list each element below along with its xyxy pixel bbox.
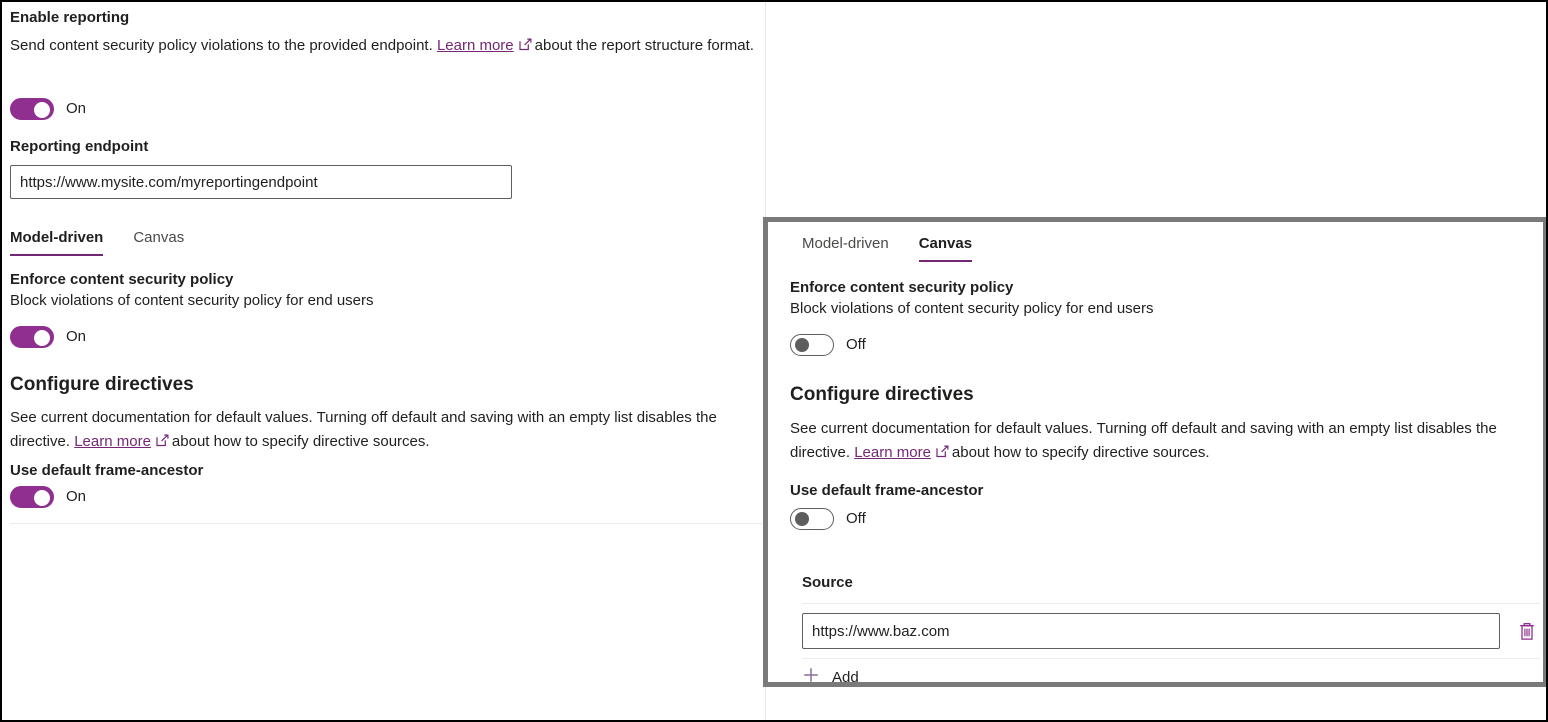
toggle-knob [34,330,50,346]
left-pane-tablist: Model-driven Canvas [10,228,184,258]
enable-reporting-description-before: Send content security policy violations … [10,37,433,54]
reporting-endpoint-field-group: Reporting endpoint [10,137,512,199]
reporting-endpoint-label: Reporting endpoint [10,137,512,157]
use-default-frame-ancestor-toggle-row: On [10,486,86,508]
enable-reporting-section: Enable reporting Send content security p… [10,8,760,59]
add-source-label: Add [832,669,859,686]
callout-enforce-policy-toggle-row: Off [790,334,1525,356]
enable-reporting-toggle[interactable] [10,98,54,120]
tab-model-driven[interactable]: Model-driven [10,228,103,258]
screenshot-root: Enable reporting Send content security p… [0,0,1548,722]
plus-icon [802,666,820,687]
left-pane-divider [10,523,762,524]
enforce-policy-toggle-state: On [66,327,86,347]
tab-canvas[interactable]: Canvas [133,228,184,258]
callout-enforce-policy-title: Enforce content security policy [790,278,1525,298]
enforce-policy-description: Block violations of content security pol… [10,290,760,312]
callout-tab-model-driven[interactable]: Model-driven [802,234,889,264]
toggle-knob [795,512,809,526]
enable-reporting-learn-more-link[interactable]: Learn more [437,37,514,54]
external-link-icon [519,35,532,59]
enable-reporting-title: Enable reporting [10,8,760,28]
toggle-knob [34,102,50,118]
source-list-column-header: Source [802,574,1540,603]
use-default-frame-ancestor-toggle-state: On [66,487,86,507]
callout-configure-directives-description-after: about how to specify directive sources. [952,444,1210,461]
add-source-button[interactable]: Add [802,659,1540,687]
enable-reporting-toggle-row: On [10,98,86,120]
callout-configure-directives-description: See current documentation for default va… [790,417,1535,466]
configure-directives-description: See current documentation for default va… [10,406,758,455]
callout-configure-directives-learn-more-link[interactable]: Learn more [854,444,931,461]
use-default-frame-ancestor-toggle[interactable] [10,486,54,508]
callout-use-default-frame-ancestor-toggle[interactable] [790,508,834,530]
callout-tab-canvas[interactable]: Canvas [919,234,972,264]
source-list: Source [802,574,1540,687]
toggle-knob [34,490,50,506]
settings-left-pane: Enable reporting Send content security p… [2,2,766,722]
external-link-icon [936,442,949,466]
callout-use-default-frame-ancestor-label: Use default frame-ancestor [790,481,1525,501]
callout-tablist: Model-driven Canvas [802,234,1525,264]
trash-icon[interactable] [1514,618,1540,644]
callout-content: Model-driven Canvas Enforce content secu… [768,222,1543,687]
use-default-frame-ancestor-label: Use default frame-ancestor [10,461,203,481]
reporting-endpoint-input[interactable] [10,165,512,199]
source-url-input[interactable] [802,613,1500,649]
callout-use-default-frame-ancestor-toggle-row: Off [790,508,1525,530]
enable-reporting-description: Send content security policy violations … [10,34,758,59]
callout-enforce-policy-toggle[interactable] [790,334,834,356]
callout-enforce-policy-description: Block violations of content security pol… [790,298,1525,320]
callout-enforce-policy-section: Enforce content security policy Block vi… [790,278,1525,320]
configure-directives-heading: Configure directives [10,372,194,398]
callout-configure-directives-heading: Configure directives [790,382,1525,408]
enforce-policy-section: Enforce content security policy Block vi… [10,270,760,312]
configure-directives-description-after: about how to specify directive sources. [172,433,430,450]
enable-reporting-description-after: about the report structure format. [535,37,754,54]
callout-enforce-policy-toggle-state: Off [846,335,866,355]
enable-reporting-toggle-state: On [66,99,86,119]
external-link-icon [156,431,169,455]
source-list-row [802,604,1540,658]
enforce-policy-toggle-row: On [10,326,86,348]
enforce-policy-title: Enforce content security policy [10,270,760,290]
enforce-policy-toggle[interactable] [10,326,54,348]
configure-directives-learn-more-link[interactable]: Learn more [74,433,151,450]
canvas-settings-callout-panel: Model-driven Canvas Enforce content secu… [763,217,1548,687]
callout-use-default-frame-ancestor-toggle-state: Off [846,509,866,529]
toggle-knob [795,338,809,352]
